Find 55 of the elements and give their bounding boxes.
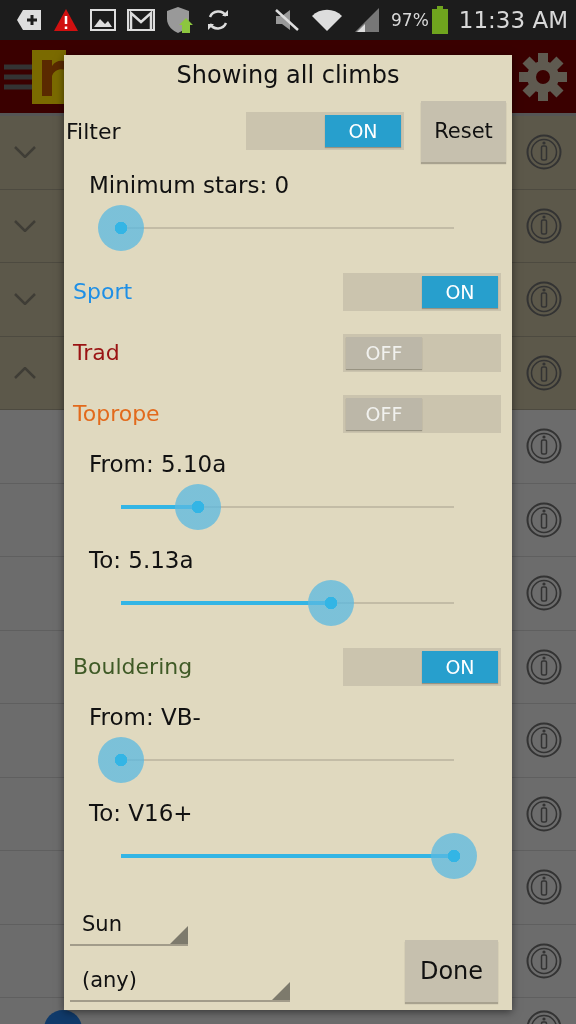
logo-icon[interactable]: [32, 49, 66, 104]
warning-icon: [53, 8, 79, 32]
info-icon[interactable]: [526, 207, 562, 244]
toggle-switch[interactable]: ON: [343, 272, 501, 311]
dropdown[interactable]: Sun: [70, 904, 188, 946]
slider-label: Minimum stars: 0: [88, 171, 291, 200]
add-notification-icon: [16, 9, 42, 31]
filter-label: Filter: [66, 118, 121, 144]
info-icon[interactable]: [526, 722, 562, 759]
battery-icon: [431, 6, 448, 34]
info-icon[interactable]: [526, 648, 562, 685]
battery-percentage: 97%: [391, 10, 429, 30]
wifi-icon: [311, 8, 344, 32]
clock-time: 11:33 AM: [458, 7, 568, 33]
chevron-up-icon[interactable]: [14, 366, 36, 379]
info-icon[interactable]: [526, 428, 562, 465]
info-icon[interactable]: [526, 501, 562, 538]
image-icon: [90, 9, 116, 31]
mute-icon: [274, 8, 301, 32]
toggle-switch[interactable]: ON: [343, 647, 501, 686]
info-icon[interactable]: [526, 869, 562, 906]
slider-label: To: 5.13a: [88, 546, 195, 575]
slider-thumb[interactable]: [98, 205, 144, 251]
reset-button[interactable]: Reset: [421, 100, 506, 162]
info-icon[interactable]: [526, 134, 562, 171]
category-label: Sport: [73, 279, 133, 304]
done-button[interactable]: Done: [405, 940, 498, 1002]
dialog-title: Showing all climbs: [175, 60, 401, 91]
chevron-down-icon[interactable]: [14, 146, 36, 159]
toggle-switch[interactable]: OFF: [343, 394, 501, 433]
slider-thumb[interactable]: [98, 737, 144, 783]
settings-icon[interactable]: [518, 51, 568, 102]
info-icon[interactable]: [526, 354, 562, 391]
sync-icon: [205, 7, 231, 33]
info-icon[interactable]: [526, 575, 562, 612]
slider-label: From: VB-: [88, 703, 202, 732]
mail-icon: [127, 9, 155, 31]
info-icon[interactable]: [526, 281, 562, 318]
dropdown[interactable]: (any): [70, 960, 290, 1002]
category-label: Toprope: [73, 401, 160, 426]
slider-thumb[interactable]: [431, 833, 477, 879]
slider-label: From: 5.10a: [88, 450, 228, 479]
toggle-switch[interactable]: OFF: [343, 333, 501, 372]
slider-thumb[interactable]: [174, 484, 221, 530]
chevron-down-icon[interactable]: [14, 293, 36, 306]
slider-thumb[interactable]: [307, 580, 354, 626]
toggle-switch[interactable]: ON: [246, 112, 404, 150]
chevron-down-icon[interactable]: [14, 219, 36, 232]
signal-icon: [354, 7, 381, 33]
slider-label: To: V16+: [88, 799, 194, 828]
info-icon[interactable]: [526, 795, 562, 832]
category-label: Bouldering: [73, 654, 193, 679]
info-icon[interactable]: [526, 942, 562, 979]
shield-icon: [166, 6, 194, 34]
category-label: Trad: [73, 340, 120, 365]
